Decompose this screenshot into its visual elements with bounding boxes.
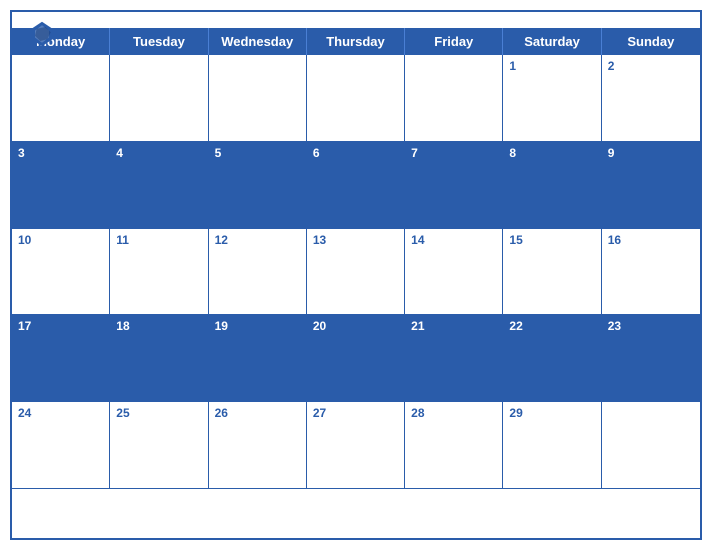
date-number: 13 <box>313 233 398 247</box>
calendar-cell: 15 <box>503 229 601 316</box>
calendar-cell: 25 <box>110 402 208 489</box>
date-number: 8 <box>509 146 594 160</box>
date-number: 10 <box>18 233 103 247</box>
calendar-cell: 28 <box>405 402 503 489</box>
date-number: 25 <box>116 406 201 420</box>
date-number: 1 <box>509 59 594 73</box>
logo <box>28 20 60 48</box>
date-number: 4 <box>116 146 201 160</box>
calendar-cell: 29 <box>503 402 601 489</box>
calendar-cell: 10 <box>12 229 110 316</box>
calendar-cell: 7 <box>405 142 503 229</box>
calendar-cell: 18 <box>110 315 208 402</box>
day-tuesday: Tuesday <box>110 28 208 55</box>
date-number: 9 <box>608 146 694 160</box>
calendar-cell <box>12 55 110 142</box>
day-saturday: Saturday <box>503 28 601 55</box>
calendar-cell <box>110 55 208 142</box>
calendar-header <box>12 12 700 28</box>
calendar-cell: 19 <box>209 315 307 402</box>
calendar-cell: 16 <box>602 229 700 316</box>
date-number: 23 <box>608 319 694 333</box>
date-number: 24 <box>18 406 103 420</box>
calendar-cell: 27 <box>307 402 405 489</box>
day-sunday: Sunday <box>602 28 700 55</box>
logo-icon <box>28 20 56 48</box>
date-number: 26 <box>215 406 300 420</box>
calendar-cell <box>209 55 307 142</box>
calendar-cell: 24 <box>12 402 110 489</box>
calendar-cell: 23 <box>602 315 700 402</box>
calendar-cell: 2 <box>602 55 700 142</box>
calendar-cell: 12 <box>209 229 307 316</box>
day-headers: Monday Tuesday Wednesday Thursday Friday… <box>12 28 700 55</box>
date-number: 22 <box>509 319 594 333</box>
date-number: 6 <box>313 146 398 160</box>
date-number: 15 <box>509 233 594 247</box>
date-number: 12 <box>215 233 300 247</box>
calendar-cell: 14 <box>405 229 503 316</box>
calendar: Monday Tuesday Wednesday Thursday Friday… <box>10 10 702 540</box>
date-number: 19 <box>215 319 300 333</box>
calendar-cell: 6 <box>307 142 405 229</box>
calendar-cell <box>405 55 503 142</box>
calendar-grid: 1234567891011121314151617181920212223242… <box>12 55 700 489</box>
calendar-cell <box>602 402 700 489</box>
date-number: 11 <box>116 233 201 247</box>
date-number: 28 <box>411 406 496 420</box>
date-number: 16 <box>608 233 694 247</box>
date-number: 29 <box>509 406 594 420</box>
date-number: 7 <box>411 146 496 160</box>
date-number: 27 <box>313 406 398 420</box>
day-friday: Friday <box>405 28 503 55</box>
calendar-cell: 5 <box>209 142 307 229</box>
date-number: 14 <box>411 233 496 247</box>
calendar-cell: 11 <box>110 229 208 316</box>
date-number: 2 <box>608 59 694 73</box>
date-number: 20 <box>313 319 398 333</box>
date-number: 18 <box>116 319 201 333</box>
calendar-cell: 1 <box>503 55 601 142</box>
date-number: 21 <box>411 319 496 333</box>
day-monday: Monday <box>12 28 110 55</box>
date-number: 3 <box>18 146 103 160</box>
calendar-cell: 17 <box>12 315 110 402</box>
calendar-cell: 22 <box>503 315 601 402</box>
date-number: 17 <box>18 319 103 333</box>
calendar-cell: 26 <box>209 402 307 489</box>
day-thursday: Thursday <box>307 28 405 55</box>
calendar-cell: 4 <box>110 142 208 229</box>
date-number: 5 <box>215 146 300 160</box>
calendar-cell: 13 <box>307 229 405 316</box>
calendar-cell: 21 <box>405 315 503 402</box>
calendar-cell: 8 <box>503 142 601 229</box>
calendar-cell <box>307 55 405 142</box>
calendar-cell: 9 <box>602 142 700 229</box>
calendar-cell: 3 <box>12 142 110 229</box>
calendar-cell: 20 <box>307 315 405 402</box>
day-wednesday: Wednesday <box>209 28 307 55</box>
